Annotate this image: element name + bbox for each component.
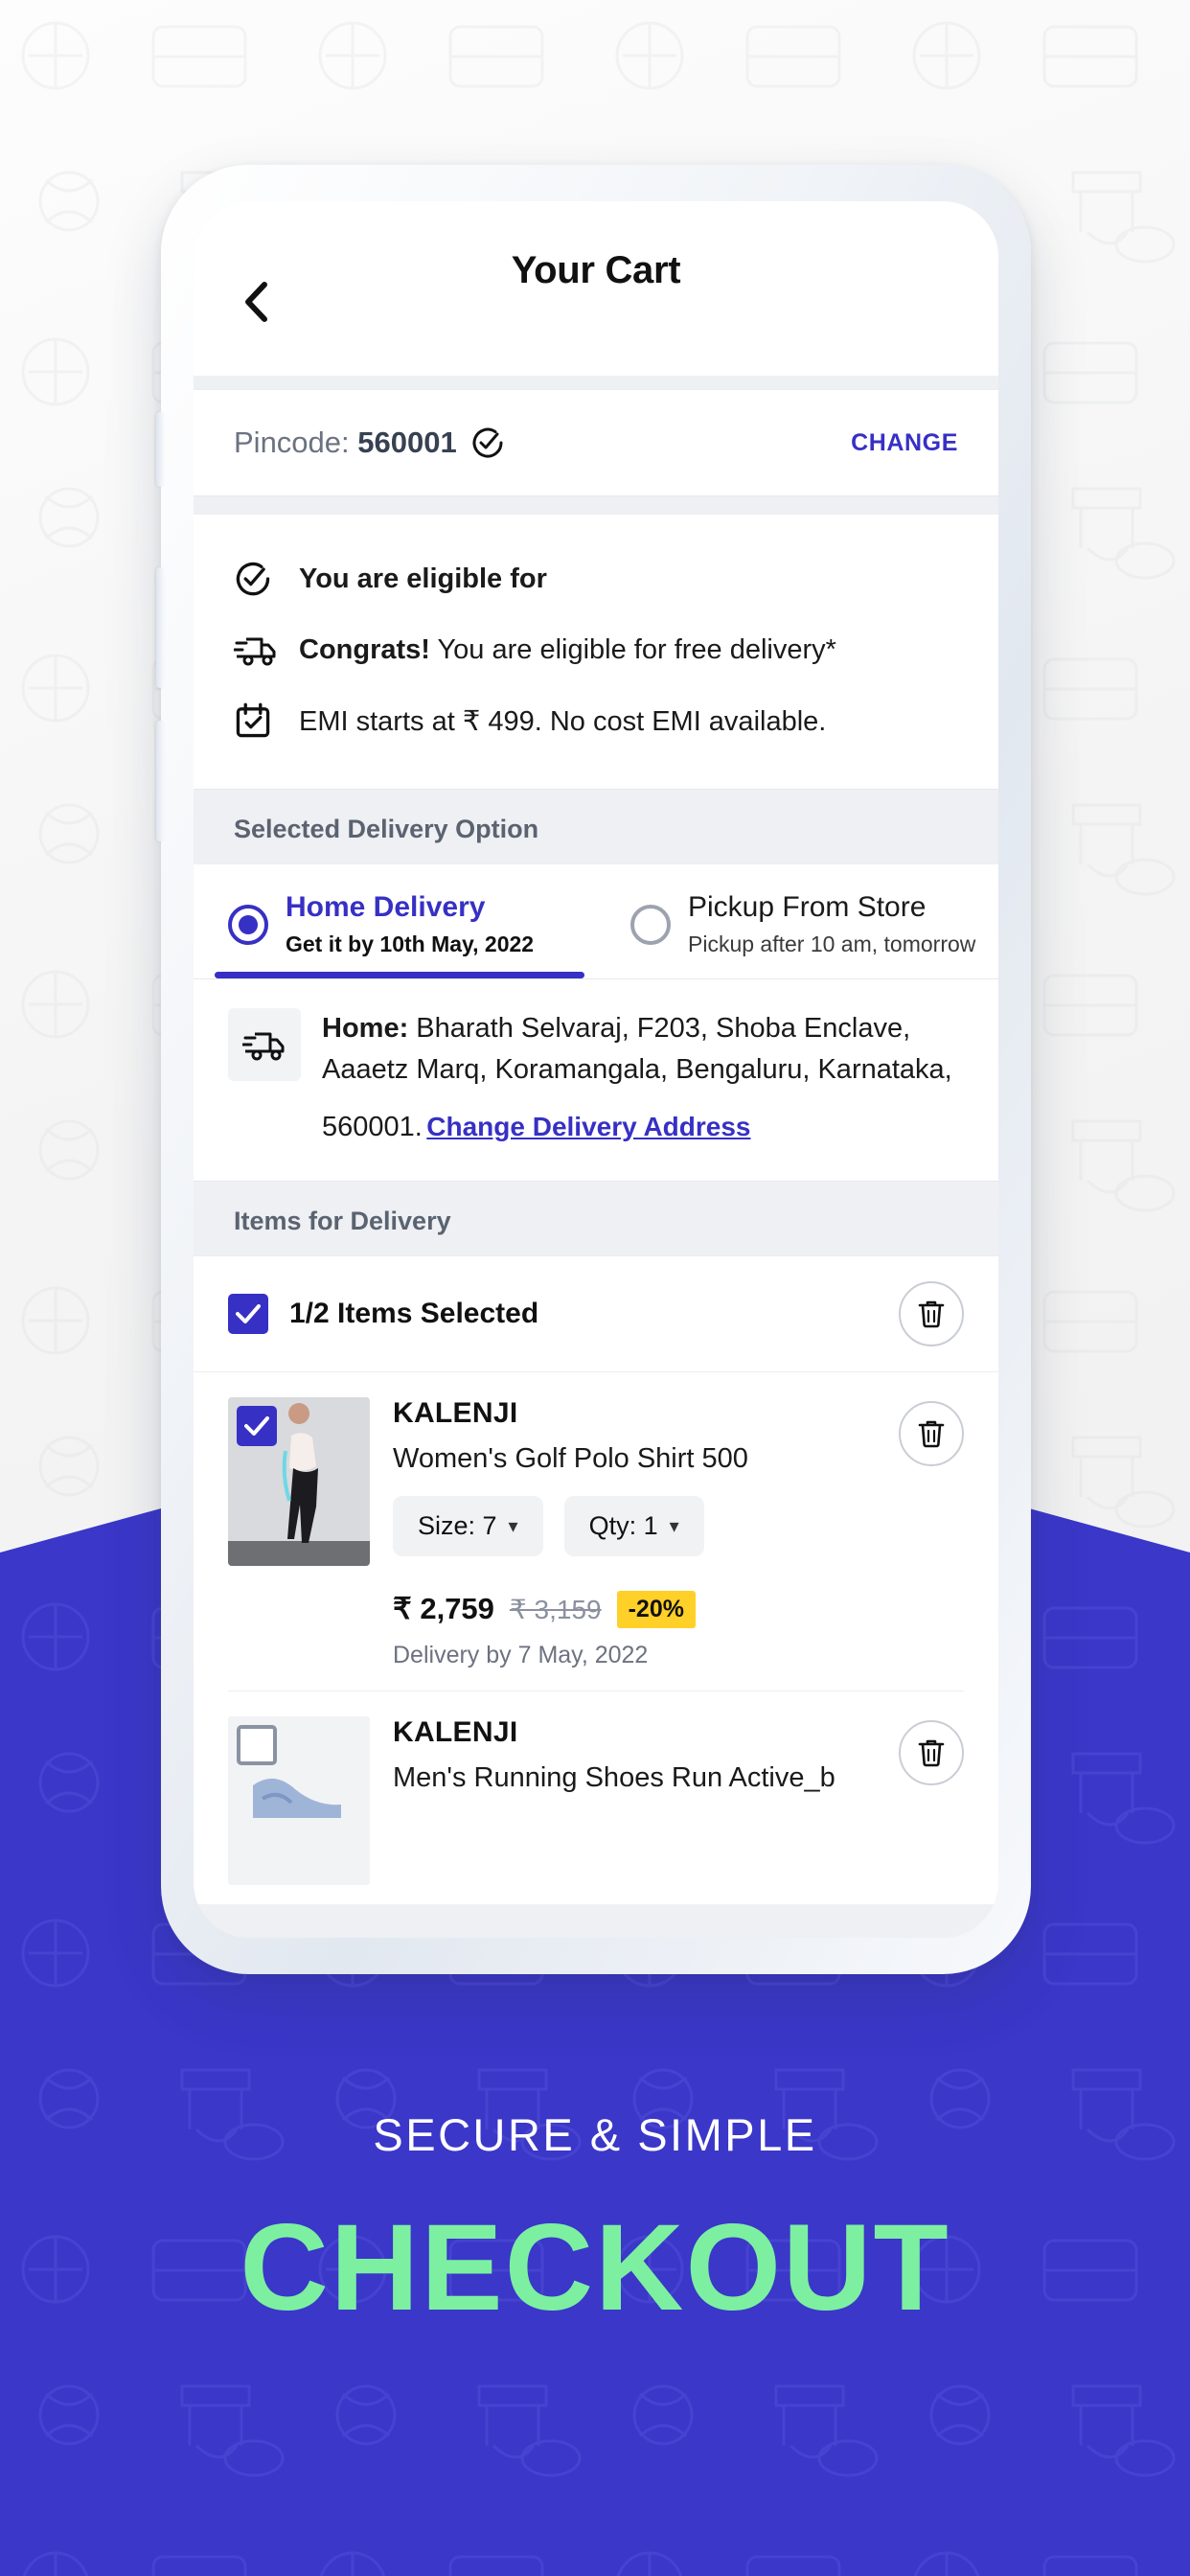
item-price-original: ₹ 3,159 <box>509 1594 602 1624</box>
app-header: Your Cart <box>194 201 998 376</box>
item-delivery-eta: Delivery by 7 May, 2022 <box>393 1641 649 1668</box>
delivery-option-title: Home Delivery <box>286 891 486 923</box>
trash-icon[interactable] <box>899 1400 964 1466</box>
radio-home-delivery[interactable] <box>228 904 268 945</box>
delivery-option-title: Pickup From Store <box>688 891 927 923</box>
pincode-label-text: Pincode: <box>234 426 350 459</box>
check-circle-icon <box>234 560 286 598</box>
eligibility-bold: You are eligible for <box>299 563 547 594</box>
delivery-truck-icon <box>228 1008 301 1081</box>
item-discount-badge: -20% <box>616 1590 696 1628</box>
delivery-option-subtitle: Pickup after 10 am, tomorrow <box>688 932 976 956</box>
page-title: Your Cart <box>511 249 681 291</box>
item-checkbox[interactable] <box>237 1724 277 1765</box>
address-label: Home: <box>322 1013 409 1044</box>
cart-app: Your Cart Pincode: 560001 CHANGE You are… <box>194 201 998 1938</box>
pincode-label: Pincode: 560001 <box>234 426 457 460</box>
pincode-value: 560001 <box>357 426 457 459</box>
delivery-option-card: Home Delivery Get it by 10th May, 2022 P… <box>194 863 998 1182</box>
item-name: Men's Running Shoes Run Active_b <box>393 1761 835 1793</box>
delivery-option-text: Pickup From Store Pickup after 10 am, to… <box>671 891 975 957</box>
quantity-selector[interactable]: Qty: 1 ▾ <box>563 1495 704 1556</box>
delivery-option-pickup[interactable]: Pickup From Store Pickup after 10 am, to… <box>596 864 998 978</box>
item-brand: KALENJI <box>393 1715 518 1748</box>
product-thumbnail[interactable] <box>228 1715 370 1885</box>
phone-volume-up-button[interactable] <box>156 567 164 688</box>
trash-icon[interactable] <box>899 1719 964 1785</box>
eligibility-rest: You are eligible for free delivery* <box>429 633 836 665</box>
hero-text-block: SECURE & SIMPLE CHECKOUT <box>0 2108 1190 2330</box>
chevron-down-icon: ▾ <box>669 1515 679 1537</box>
radio-dot <box>239 914 258 934</box>
hero-kicker: SECURE & SIMPLE <box>373 2109 817 2160</box>
trash-icon[interactable] <box>899 1280 964 1346</box>
eligibility-text: Congrats! You are eligible for free deli… <box>286 634 836 666</box>
delivery-address-block: Home: Bharath Selvaraj, F203, Shoba Encl… <box>194 979 998 1181</box>
phone-screen: Your Cart Pincode: 560001 CHANGE You are… <box>194 201 998 1938</box>
eligibility-card: You are eligible for Congrats! You are e… <box>194 514 998 790</box>
item-brand: KALENJI <box>393 1396 518 1429</box>
calendar-check-icon <box>234 702 286 740</box>
item-name: Women's Golf Polo Shirt 500 <box>393 1442 748 1474</box>
cart-item-row[interactable]: KALENJI Men's Running Shoes Run Active_b <box>194 1691 998 1904</box>
delivery-option-tabs: Home Delivery Get it by 10th May, 2022 P… <box>194 864 998 978</box>
product-thumbnail[interactable] <box>228 1396 370 1566</box>
radio-pickup-from-store[interactable] <box>630 904 671 945</box>
pincode-bar[interactable]: Pincode: 560001 CHANGE <box>194 389 998 496</box>
items-card: 1/2 Items Selected KALENJI Women's Golf … <box>194 1254 998 1904</box>
phone-mute-button[interactable] <box>156 412 164 487</box>
select-all-label: 1/2 Items Selected <box>289 1297 539 1329</box>
select-all-checkbox[interactable] <box>228 1293 268 1334</box>
address-body: Home: Bharath Selvaraj, F203, Shoba Encl… <box>301 1008 958 1148</box>
active-tab-underline <box>215 972 584 978</box>
select-all-row[interactable]: 1/2 Items Selected <box>194 1256 998 1372</box>
cart-item-info: KALENJI Men's Running Shoes Run Active_b <box>370 1716 964 1885</box>
eligibility-row: Congrats! You are eligible for free deli… <box>234 614 958 685</box>
change-pincode-button[interactable]: CHANGE <box>851 429 958 457</box>
eligibility-text: EMI starts at ₹ 499. No cost EMI availab… <box>299 705 827 737</box>
items-section-label: Items for Delivery <box>234 1206 451 1235</box>
item-variant-selectors: Size: 7 ▾ Qty: 1 ▾ <box>393 1495 964 1556</box>
delivery-truck-icon <box>234 631 286 669</box>
phone-volume-down-button[interactable] <box>156 721 164 841</box>
qty-label: Qty: 1 <box>588 1510 658 1540</box>
eligibility-text: You are eligible for <box>286 564 547 595</box>
chevron-down-icon: ▾ <box>508 1515 518 1537</box>
item-checkbox[interactable] <box>237 1405 277 1446</box>
delivery-section-label: Selected Delivery Option <box>234 815 539 843</box>
hero-title: CHECKOUT <box>240 2199 950 2336</box>
item-price-row: ₹ 2,759 ₹ 3,159 -20% <box>194 1585 998 1628</box>
size-label: Size: 7 <box>418 1510 497 1540</box>
delivery-option-subtitle: Get it by 10th May, 2022 <box>286 932 535 956</box>
delivery-option-home[interactable]: Home Delivery Get it by 10th May, 2022 <box>194 864 596 978</box>
eligibility-row: You are eligible for <box>234 543 958 614</box>
delivery-option-text: Home Delivery Get it by 10th May, 2022 <box>268 891 534 957</box>
check-circle-icon <box>470 426 505 460</box>
cart-item-row[interactable]: KALENJI Women's Golf Polo Shirt 500 Size… <box>194 1372 998 1585</box>
size-selector[interactable]: Size: 7 ▾ <box>393 1495 543 1556</box>
eligibility-bold: Congrats! <box>299 633 430 665</box>
item-price-current: ₹ 2,759 <box>393 1592 494 1626</box>
eligibility-row: EMI starts at ₹ 499. No cost EMI availab… <box>234 685 958 756</box>
phone-mockup: Your Cart Pincode: 560001 CHANGE You are… <box>156 165 1031 1974</box>
cart-item-info: KALENJI Women's Golf Polo Shirt 500 Size… <box>370 1397 964 1566</box>
change-delivery-address-link[interactable]: Change Delivery Address <box>426 1112 750 1142</box>
